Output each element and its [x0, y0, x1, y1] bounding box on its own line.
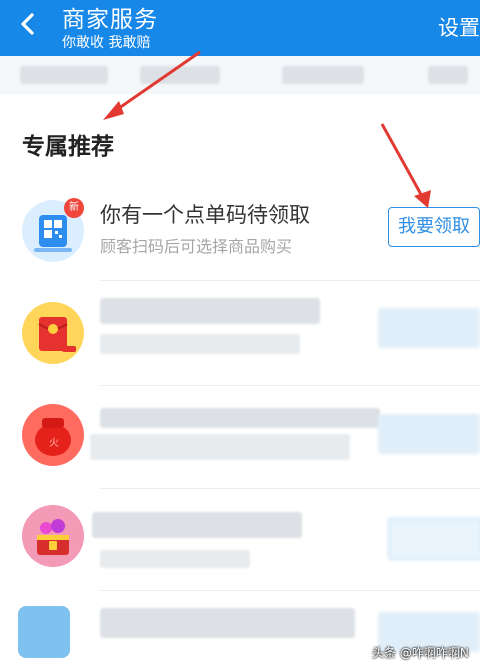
- annotation-arrow-head: [103, 101, 124, 120]
- watermark: 头条 @咋啊咋啊N: [372, 646, 469, 660]
- annotation-arrow-line: [111, 50, 201, 115]
- annotation-arrow-head: [414, 190, 431, 208]
- annotation-arrows: [103, 50, 431, 208]
- annotation-arrow-line: [380, 123, 425, 199]
